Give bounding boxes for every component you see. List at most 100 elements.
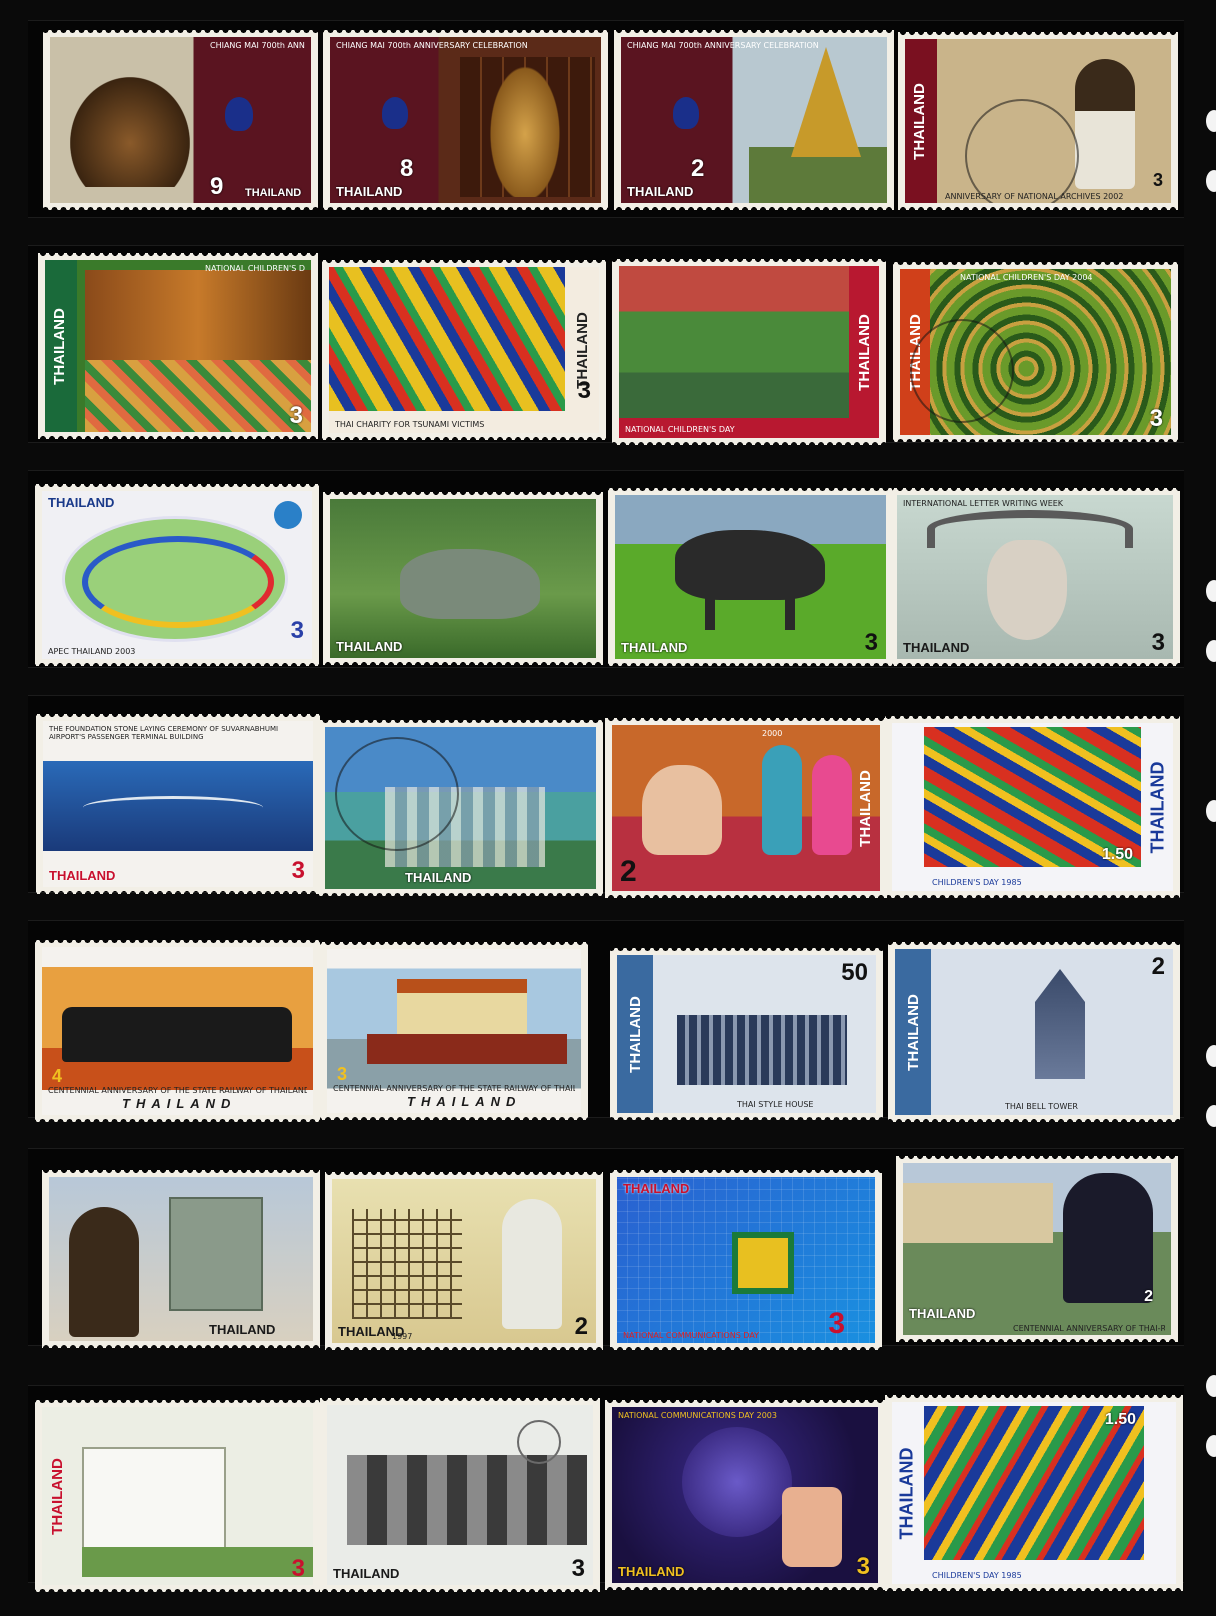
postmark <box>335 737 459 851</box>
asean-logo-icon <box>732 1232 794 1294</box>
binder-hole <box>1206 1375 1216 1397</box>
vertical-country-band: THAILAND <box>849 266 879 438</box>
lawn-image <box>82 1547 313 1577</box>
stamp: THAILAND THAI BELL TOWER 2 <box>888 942 1180 1122</box>
stamp-caption: NATIONAL COMMUNICATIONS DAY 2003 <box>618 1411 777 1420</box>
family-figure-image <box>762 745 802 855</box>
vertical-country-band: THAILAND <box>850 725 880 891</box>
stamp-country: THAILAND <box>904 993 922 1071</box>
stamp-artwork: THE FOUNDATION STONE LAYING CEREMONY OF … <box>43 721 313 887</box>
vertical-country-band: THAILAND <box>892 1402 922 1584</box>
stamp-value: 50 <box>841 959 868 986</box>
stamp-artwork: NATIONAL COMMUNICATIONS DAY 2003 THAILAN… <box>612 1407 878 1583</box>
stamp: THAILAND APEC THAILAND 2003 3 <box>35 484 319 666</box>
binder-hole <box>1206 1045 1216 1067</box>
colonnade-building-image <box>347 1455 587 1545</box>
stamp: THAILAND THAI CHARITY FOR TSUNAMI VICTIM… <box>322 260 606 440</box>
stamp-artwork: THAILAND NATIONAL CHILDREN'S DAY <box>619 266 879 438</box>
buffalo-leg <box>785 590 795 630</box>
chedi-image <box>791 47 861 157</box>
antenna-image <box>352 1209 462 1319</box>
stamp-caption: INTERNATIONAL LETTER WRITING WEEK <box>903 499 1064 508</box>
steam-locomotive-image <box>62 1007 292 1062</box>
king-portrait-image <box>502 1199 562 1329</box>
stamp-country: THAILAND <box>405 870 472 885</box>
stamp-artwork: CENTENNIAL ANNIVERSARY OF THE STATE RAIL… <box>42 947 313 1115</box>
stamp: CHIANG MAI 700th ANNIVERSARY CELEBRATION… <box>614 30 894 210</box>
stamp-country: THAILAND <box>903 640 970 655</box>
stamp: CHIANG MAI 700th ANNIVERSARY CELEBRATION… <box>323 30 608 210</box>
stamp-artwork: THAILAND NATIONAL CHILDREN'S DAY 1996 3 <box>45 260 311 432</box>
stamp-artwork: THAILAND APEC THAILAND 2003 3 <box>42 491 312 659</box>
stamp-country: THAILAND <box>48 1457 66 1535</box>
stamp-artwork: THAILAND 3 <box>615 495 886 659</box>
stamp-artwork: THAILAND <box>330 499 596 658</box>
stamp-caption: CHIANG MAI 700th ANNIVERSARY CELEBRATION <box>627 41 819 50</box>
stamp-value: 3 <box>1152 170 1163 190</box>
family-figure-image <box>642 765 722 855</box>
stamp-value: 3 <box>291 857 305 884</box>
stamp-caption: CENTENNIAL ANNIVERSARY OF THAI-RUSSIAN R… <box>1013 1324 1165 1333</box>
vertical-country-band: THAILAND <box>565 267 599 433</box>
stamp-caption: CENTENNIAL ANNIVERSARY OF THE STATE RAIL… <box>333 1084 575 1093</box>
stamp: THAILAND 2000 2 <box>605 718 887 898</box>
globe-image <box>682 1427 792 1537</box>
stamp-album-page: CHIANG MAI 700th ANNIVERSARY CELEBRATION… <box>0 0 1216 1616</box>
binder-hole <box>1206 640 1216 662</box>
binder-hole <box>1206 170 1216 192</box>
binder-hole <box>1206 1435 1216 1457</box>
emblem-icon <box>382 97 408 129</box>
buffalo-head-image <box>987 540 1067 640</box>
vertical-country-band: THAILAND <box>42 1407 72 1585</box>
king-portrait-image <box>69 1207 139 1337</box>
stamp: NATIONAL COMMUNICATIONS DAY 2003 THAILAN… <box>605 1400 885 1590</box>
stamp-artwork: THAILAND CHILDREN'S DAY 1985 1.50 <box>892 723 1173 891</box>
stamp-value: 3 <box>290 617 304 644</box>
stamp-value: 2 <box>1151 953 1165 980</box>
stamp-country: THAILAND <box>618 1564 685 1579</box>
stamp-country: THAILAND <box>407 1094 522 1109</box>
stamp-country: THAILAND <box>48 495 115 510</box>
postmark <box>910 319 1014 423</box>
stamp: CENTENNIAL ANNIVERSARY OF THE STATE RAIL… <box>35 940 320 1122</box>
stamp-value: 2 <box>691 155 705 182</box>
stamp: THAILAND THAI STYLE HOUSE 50 <box>610 948 883 1120</box>
apec-logo-icon <box>274 501 302 529</box>
stamp-country: THAILAND <box>1147 761 1168 853</box>
stamp-country: THAILAND <box>209 1322 276 1337</box>
stamp-artwork: THAILAND 3 <box>327 1405 593 1585</box>
prince-portrait-image <box>1063 1173 1153 1303</box>
terminal-roof <box>83 796 263 819</box>
stamp-caption: THAI BELL TOWER <box>1005 1102 1078 1111</box>
stamp-value: 1.50 <box>1101 846 1133 863</box>
stamp-country: THAILAND <box>245 187 302 199</box>
stamp-value: 8 <box>400 155 414 182</box>
emblem-icon <box>225 97 253 131</box>
stamp-country: THAILAND <box>50 307 68 385</box>
stamp: CENTENNIAL ANNIVERSARY OF THAI-RUSSIAN R… <box>896 1156 1178 1342</box>
stamp-caption: CHILDREN'S DAY 1985 <box>932 878 1022 887</box>
stamp-country: THAILAND <box>621 640 688 655</box>
stamp: THAILAND 3 <box>320 1398 600 1592</box>
stamp-caption: CENTENNIAL ANNIVERSARY OF THE STATE RAIL… <box>48 1086 307 1095</box>
stamp: 1997 THAILAND 2 <box>325 1172 603 1350</box>
stamp-value: 3 <box>337 1064 348 1084</box>
chinese-temple-image <box>82 1447 226 1551</box>
stamp-caption: ANNIVERSARY OF NATIONAL ARCHIVES 2002 <box>945 192 1124 201</box>
vertical-country-band: THAILAND <box>617 955 653 1113</box>
stamp: THAILAND 3 <box>35 1400 320 1592</box>
village-houses-image <box>85 270 311 360</box>
hand-phone-image <box>782 1487 842 1567</box>
stamp-artwork: THAILAND 2000 2 <box>612 725 880 891</box>
stamp-artwork: INTERNATIONAL LETTER WRITING WEEK THAILA… <box>897 495 1173 659</box>
apec-rings-image <box>82 536 274 628</box>
stamp-country: THAILAND <box>122 1096 237 1111</box>
stamp-artwork: CHIANG MAI 700th ANNIVERSARY CELEBRATION… <box>621 37 887 203</box>
stamp-caption: THAI CHARITY FOR TSUNAMI VICTIMS <box>335 420 485 429</box>
stamp-value: 9 <box>210 173 224 200</box>
stamp-country: THAILAND <box>856 769 874 847</box>
stamp: THAILAND ANNIVERSARY OF NATIONAL ARCHIVE… <box>898 32 1178 210</box>
stamp-caption: NATIONAL CHILDREN'S DAY 1996 <box>205 264 305 273</box>
stamp-artwork: CENTENNIAL ANNIVERSARY OF THE STATE RAIL… <box>327 949 581 1113</box>
stamp-country: THAILAND <box>623 1181 690 1196</box>
